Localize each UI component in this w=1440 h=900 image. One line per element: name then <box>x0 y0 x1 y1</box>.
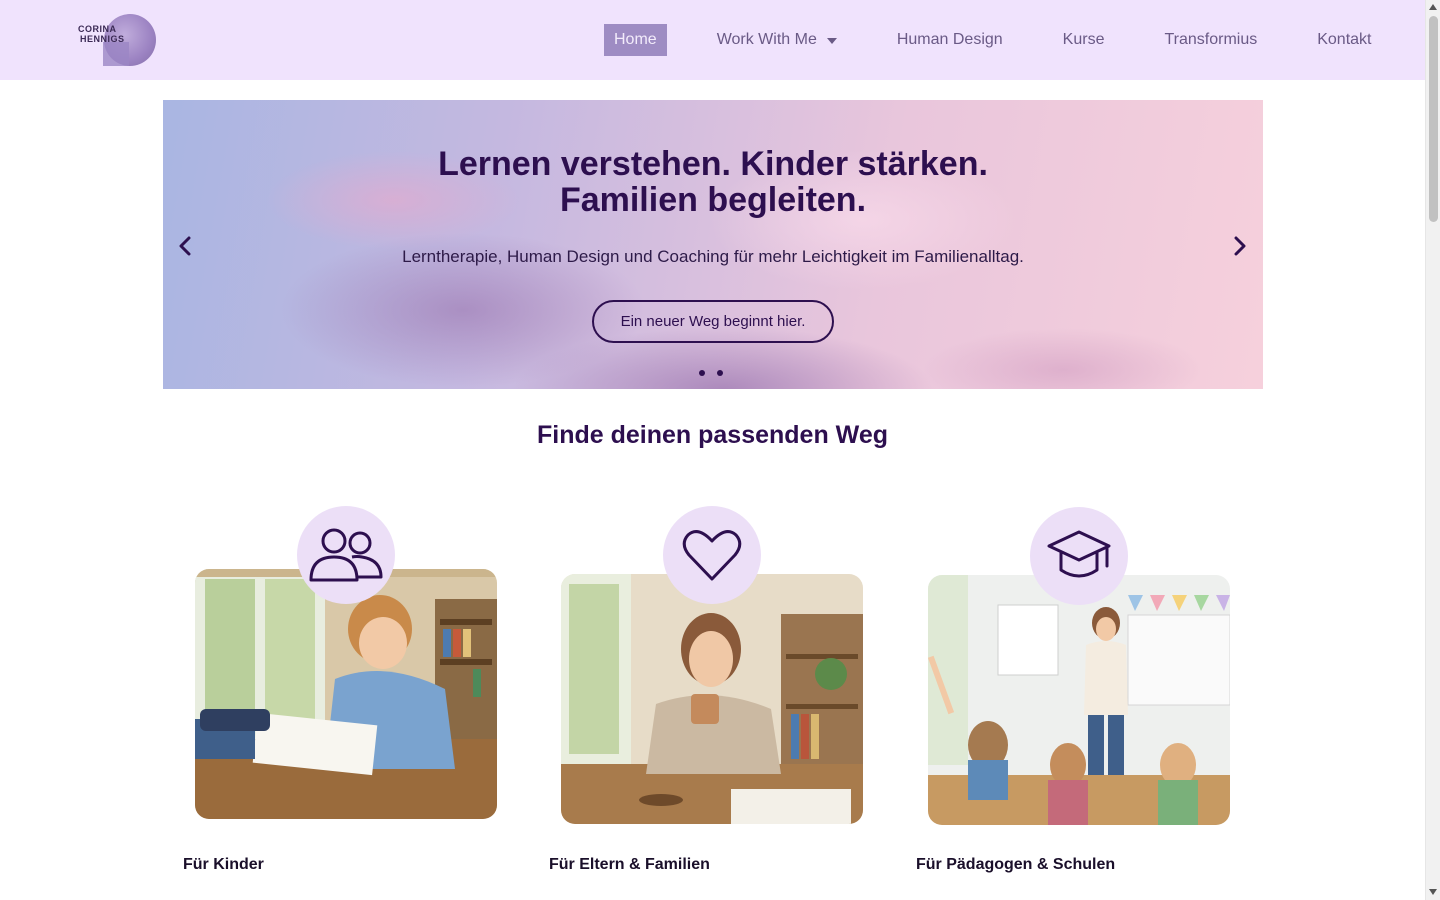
nav-item-label: Kontakt <box>1317 31 1372 48</box>
nav-item-label: Work With Me <box>716 31 817 48</box>
nav-item-kurse[interactable]: Kurse <box>1053 24 1115 56</box>
nav-item-transformius[interactable]: Transformius <box>1154 24 1267 56</box>
chevron-left-icon[interactable] <box>177 236 193 256</box>
card-photo-eltern <box>561 574 863 824</box>
hero-title: Lernen verstehen. Kinder stärken. Famili… <box>163 146 1263 218</box>
site-header: CORINA HENNIGS Home Work With Me Human D… <box>0 0 1425 80</box>
caret-down-icon <box>826 38 837 44</box>
hero-slider: Lernen verstehen. Kinder stärken. Famili… <box>163 100 1263 389</box>
slider-dot-1[interactable] <box>699 370 705 376</box>
heart-icon <box>682 530 742 581</box>
nav-item-kontakt[interactable]: Kontakt <box>1307 24 1381 56</box>
slider-dot-2[interactable] <box>717 370 723 376</box>
card-label[interactable]: Für Eltern & Familien <box>549 856 710 874</box>
card-icon-circle <box>1030 507 1128 605</box>
logo-text: CORINA HENNIGS <box>78 24 125 44</box>
page-scrollbar[interactable] <box>1425 0 1440 900</box>
nav-item-human-design[interactable]: Human Design <box>887 24 1013 56</box>
photo-boy-studying <box>195 569 497 819</box>
card-icon-circle <box>297 506 395 604</box>
card-label[interactable]: Für Kinder <box>183 856 264 874</box>
photo-woman-with-cup <box>561 574 863 824</box>
scroll-thumb[interactable] <box>1429 16 1438 222</box>
hero-subtitle: Lerntherapie, Human Design und Coaching … <box>402 247 1024 266</box>
card-photo-paedagogen <box>928 575 1230 825</box>
nav-item-label: Human Design <box>896 31 1003 48</box>
logo-line-2: HENNIGS <box>80 34 125 44</box>
scroll-down-arrow-icon[interactable] <box>1429 889 1437 895</box>
card-photo-kinder <box>195 569 497 819</box>
card-label[interactable]: Für Pädagogen & Schulen <box>916 856 1115 874</box>
section-title: Finde deinen passenden Weg <box>537 421 888 449</box>
card-icon-circle <box>663 506 761 604</box>
scroll-up-arrow-icon[interactable] <box>1429 4 1437 10</box>
hero-title-line-2: Familien begleiten. <box>559 181 867 219</box>
logo-square <box>103 42 129 66</box>
nav-item-label: Transformius <box>1164 31 1258 48</box>
hero-cta-button[interactable]: Ein neuer Weg beginnt hier. <box>592 300 834 343</box>
graduation-cap-icon <box>1047 530 1111 578</box>
main-nav: Home Work With Me Human Design Kurse Tra… <box>604 24 1382 56</box>
slider-dots <box>699 370 723 376</box>
hero-title-line-1: Lernen verstehen. Kinder stärken. <box>438 145 988 183</box>
nav-item-label: Home <box>614 31 657 48</box>
people-icon <box>309 528 383 582</box>
chevron-right-icon[interactable] <box>1232 236 1248 256</box>
nav-item-work-with-me[interactable]: Work With Me <box>707 24 847 56</box>
photo-classroom <box>928 575 1230 825</box>
nav-item-label: Kurse <box>1062 31 1105 48</box>
logo-line-1: CORINA <box>78 24 117 34</box>
site-logo[interactable]: CORINA HENNIGS <box>78 14 158 68</box>
nav-item-home[interactable]: Home <box>604 24 667 56</box>
